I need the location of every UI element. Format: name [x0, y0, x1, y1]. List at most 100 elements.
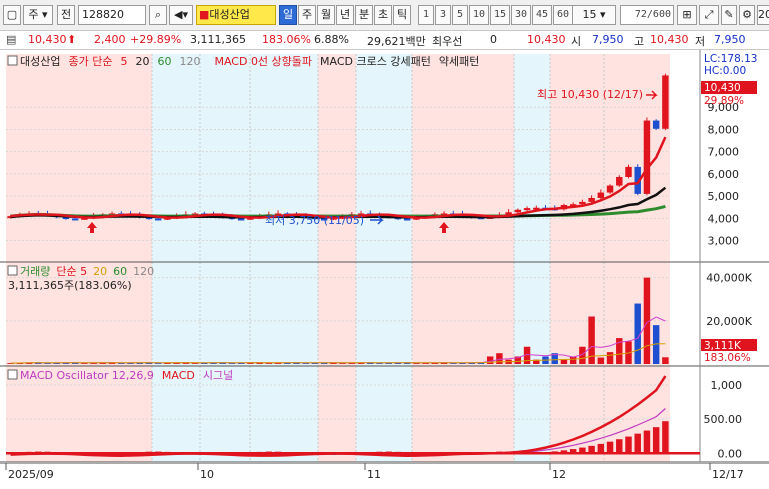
background-band [356, 366, 412, 462]
background-band [514, 54, 550, 262]
legend-toggle-icon [7, 265, 18, 276]
stock-name-label: 대성산업 [209, 8, 250, 21]
candle-body [523, 208, 531, 211]
interval-button-1[interactable]: 3 [435, 5, 451, 25]
price-y-tick: 8,000 [708, 123, 740, 136]
candle-body [237, 218, 245, 221]
zoom-icon[interactable]: ⤢ [699, 5, 719, 25]
quote-low-label: 저 [695, 35, 706, 48]
market-select[interactable]: 주 ▾ [23, 5, 53, 25]
candle-body [71, 218, 79, 221]
quote-high-label: 고 [634, 35, 645, 48]
background-band [318, 54, 356, 262]
macd-legend-item: MACD Oscillator 12,26,9 [20, 369, 154, 382]
interval-button-3[interactable]: 10 [469, 5, 489, 25]
period-tab-4[interactable]: 분 [355, 5, 373, 25]
x-axis-strip [0, 462, 769, 486]
bar-count-input[interactable]: 72/600 [620, 5, 674, 25]
volume-tag-pct: 183.06% [704, 352, 751, 364]
period-tab-2[interactable]: 월 [317, 5, 335, 25]
volume-bar [302, 363, 309, 364]
price-legend-item: 60 [157, 55, 171, 68]
price-y-tick: 3,000 [708, 235, 740, 248]
candle-body [597, 192, 605, 198]
background-band [6, 54, 152, 262]
period-tab-0[interactable]: 일 [279, 5, 297, 25]
period-tab-3[interactable]: 년 [336, 5, 354, 25]
quote-volume-ratio: 183.06% [262, 33, 311, 46]
candle-body [643, 120, 651, 194]
quote-low: 7,950 [714, 33, 746, 46]
volume-legend-item: 20 [93, 265, 107, 278]
candle-body [662, 75, 669, 129]
up-arrow-icon: ⬆ [67, 33, 77, 46]
volume-bar [81, 363, 88, 364]
speaker-icon[interactable]: ◀▾ [169, 5, 193, 25]
macd-histogram-bar [597, 443, 605, 454]
interval-select[interactable]: 15 ▾ [572, 5, 616, 25]
volume-bar [597, 357, 605, 364]
interval-button-7[interactable]: 60 [553, 5, 573, 25]
price-y-tick: 5,000 [708, 190, 740, 203]
background-band [550, 54, 670, 262]
macd-histogram-bar [616, 439, 623, 454]
stock-name-field[interactable]: ■대성산업 [196, 5, 276, 25]
macd-histogram-bar [606, 441, 614, 454]
volume-bar [606, 352, 614, 364]
price-y-tick: 7,000 [708, 146, 740, 159]
candle-body [625, 166, 632, 177]
interval-button-2[interactable]: 5 [452, 5, 468, 25]
interval-button-0[interactable]: 1 [418, 5, 434, 25]
background-band [412, 366, 514, 462]
volume-bar [191, 363, 199, 364]
volume-y-tick: 40,000K [706, 272, 752, 285]
period-tab-6[interactable]: 틱 [393, 5, 411, 25]
candle-body [154, 218, 162, 221]
stock-chart[interactable]: 9,0008,0007,0006,0005,0004,0003,000최고 10… [0, 50, 769, 486]
macd-legend-item: MACD [162, 369, 195, 382]
period-tab-5[interactable]: 초 [374, 5, 392, 25]
x-axis-label: 12 [552, 468, 566, 481]
quote-volume: 3,111,365 [190, 33, 246, 46]
interval-button-6[interactable]: 45 [532, 5, 552, 25]
price-y-tick: 4,000 [708, 212, 740, 225]
x-axis-label: 12/17 [712, 468, 744, 481]
price-legend-item: 약세패턴 [439, 54, 479, 68]
volume-bar [118, 363, 125, 364]
volume-legend-item: 단순 5 [56, 265, 87, 278]
macd-histogram-bar [634, 433, 641, 454]
interval-button-4[interactable]: 15 [490, 5, 510, 25]
volume-y-tick: 20,000K [706, 315, 752, 328]
x-axis-label: 10 [200, 468, 214, 481]
quote-icon: ▤ [6, 33, 17, 46]
background-band [318, 366, 356, 462]
draw-icon[interactable]: ✎ [721, 5, 737, 25]
gear-icon[interactable]: ⚙ [739, 5, 755, 25]
bar-count-total: /600 [646, 9, 671, 20]
high-annotation: 최고 10,430 (12/17) [537, 88, 643, 101]
prev-button[interactable]: 전 [57, 5, 75, 25]
background-band [356, 54, 412, 262]
grid-icon[interactable]: ⊞ [677, 5, 697, 25]
market-label: 주 [28, 8, 39, 21]
quote-price: 10,430 [28, 33, 67, 46]
macd-histogram-bar [643, 430, 651, 454]
volume-bar [228, 363, 236, 364]
search-icon[interactable]: ⌕ [149, 5, 167, 25]
macd-histogram-bar [662, 421, 669, 454]
macd-legend-item: 시그널 [203, 369, 233, 382]
price-y-tick: 6,000 [708, 168, 740, 181]
interval-button-5[interactable]: 30 [511, 5, 531, 25]
volume-bar [662, 357, 669, 364]
window-menu-icon[interactable]: ▢ [3, 5, 21, 25]
background-band [412, 54, 514, 262]
price-legend-item: MACD 크로스 강세패턴 [320, 55, 431, 68]
stock-code-input[interactable]: 128820 [78, 5, 146, 25]
quote-bar: ▤ 10,430 ⬆ 2,400 +29.89% 3,111,365 183.0… [0, 31, 769, 50]
period-tab-1[interactable]: 주 [298, 5, 316, 25]
volume-tag-text: 3,111K [704, 340, 742, 352]
last-price-tag-text: 10,430 [704, 82, 741, 94]
candle-body [652, 120, 660, 129]
chart-area[interactable]: 9,000 8,000 7,000 6,000 5,000 4,000 3,000 최고 10… [0, 50, 769, 486]
pct-tag-text: 29.89% [704, 95, 744, 107]
